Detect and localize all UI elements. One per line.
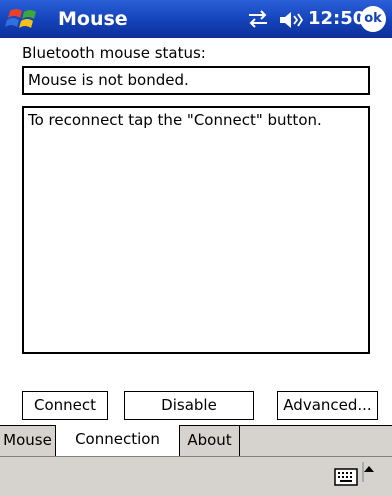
disable-button[interactable]: Disable [124, 391, 254, 420]
tab-connection[interactable]: Connection [56, 425, 180, 457]
message-area: To reconnect tap the "Connect" button. [22, 106, 370, 354]
tab-strip: Mouse Connection About [0, 425, 392, 457]
up-arrow-icon[interactable] [362, 462, 376, 486]
status-label: Bluetooth mouse status: [22, 44, 206, 62]
tab-mouse[interactable]: Mouse [0, 426, 56, 456]
tab-about[interactable]: About [180, 426, 240, 456]
keyboard-icon[interactable] [334, 468, 358, 486]
clock[interactable]: 12:50 [308, 8, 365, 29]
connectivity-arrows-icon[interactable] [245, 9, 271, 29]
connect-button[interactable]: Connect [22, 391, 108, 420]
app-title: Mouse [58, 8, 128, 30]
speaker-icon[interactable] [278, 10, 304, 30]
advanced-button[interactable]: Advanced... [277, 391, 378, 420]
windows-flag-icon[interactable] [4, 3, 48, 35]
status-field: Mouse is not bonded. [22, 66, 370, 95]
ok-button[interactable]: ok [360, 6, 386, 32]
